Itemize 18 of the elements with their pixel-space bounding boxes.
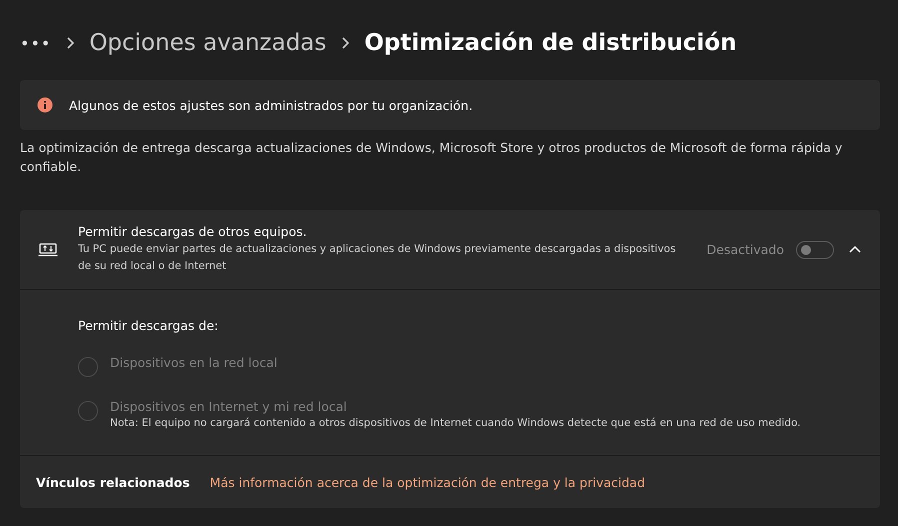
more-button[interactable]: ••• — [20, 34, 52, 52]
breadcrumb-item[interactable]: Opciones avanzadas — [89, 30, 326, 56]
setting-description: Tu PC puede enviar partes de actualizaciones y aplicaciones de Windows previamente descargadas a dispositivos de su red local o de Internet — [78, 242, 677, 274]
related-links-label: Vínculos relacionados — [36, 474, 190, 490]
description-text: La optimización de entrega descarga actualizaciones de Windows, Microsoft Store y otros productos de Microsoft de forma rápida y confiable. — [20, 139, 844, 176]
option-label: Dispositivos en Internet y mi red local — [110, 399, 348, 414]
laptop-arrows-icon — [38, 242, 58, 256]
options-label: Permitir descargas de: — [78, 318, 220, 333]
breadcrumb-item[interactable]: Optimización de distribución — [364, 30, 737, 56]
banner-text: Algunos de estos ajustes son administrados por tu organización. — [69, 98, 473, 112]
toggle-state-label: Desactivado — [706, 242, 784, 257]
setting-title: Permitir descargas de otros equipos. — [78, 224, 308, 239]
option-label: Dispositivos en la red local — [110, 355, 278, 370]
option-note: Nota: El equipo no cargará contenido a otros dispositivos de Internet cuando Windows detecte que está en una red de uso medido. — [110, 417, 801, 429]
privacy-link[interactable]: Más información acerca de la optimización de entrega y la privacidad — [210, 474, 646, 490]
chevron-right-icon — [340, 36, 350, 50]
info-icon — [37, 97, 53, 113]
chevron-right-icon — [65, 36, 76, 50]
